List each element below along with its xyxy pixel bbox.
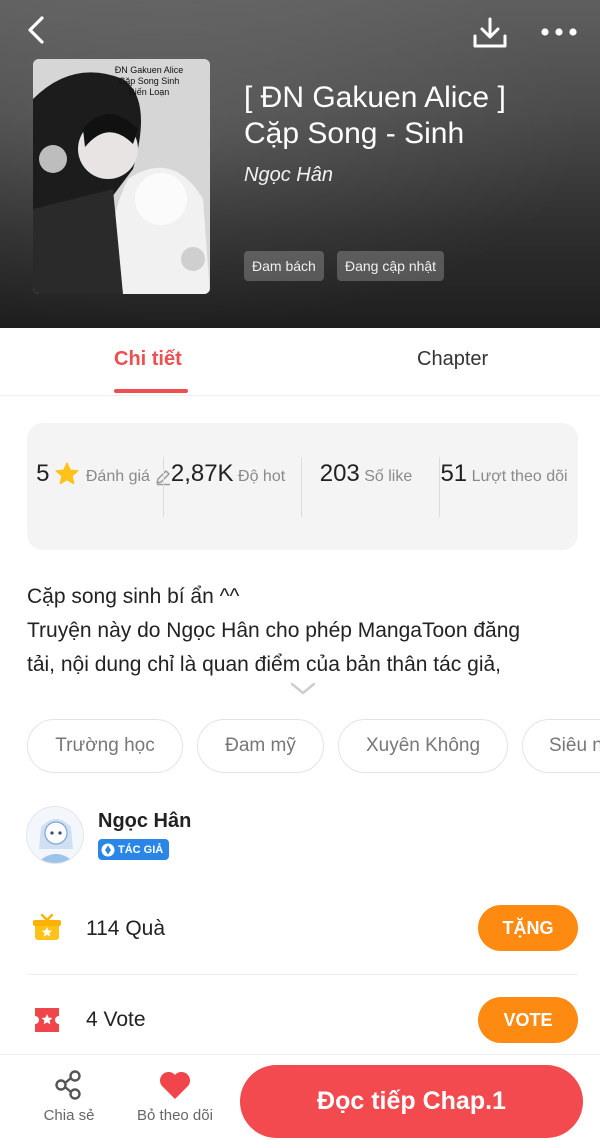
- share-icon: [55, 1070, 81, 1100]
- bottom-action-bar: Chia sẻ Bỏ theo dõi Đọc tiếp Chap.1: [0, 1054, 600, 1140]
- genre-chip[interactable]: Siêu n: [522, 719, 600, 773]
- active-tab-indicator: [114, 389, 188, 393]
- gift-count: 114 Quà: [86, 917, 166, 940]
- give-gift-button[interactable]: TẶNG: [478, 905, 578, 951]
- share-button[interactable]: Chia sẻ: [38, 1069, 100, 1124]
- tag-status[interactable]: Đang cập nhật: [337, 251, 445, 281]
- continue-reading-button[interactable]: Đọc tiếp Chap.1: [240, 1065, 583, 1138]
- back-button[interactable]: [22, 14, 54, 46]
- tab-chapter[interactable]: Chapter: [417, 348, 488, 371]
- rating-value: 5: [36, 460, 50, 487]
- hotness-label: Độ hot: [238, 468, 286, 485]
- download-button[interactable]: [472, 16, 508, 50]
- tab-details[interactable]: Chi tiết: [114, 348, 182, 371]
- row-divider: [27, 974, 578, 975]
- cover-title-text: ĐN Gakuen Alice Cặp Song Sinh Biến Loạn: [114, 65, 184, 97]
- more-options-button[interactable]: [540, 22, 578, 42]
- author-name[interactable]: Ngọc Hân: [98, 810, 191, 833]
- rating-label: Đánh giá: [85, 468, 150, 485]
- vote-button[interactable]: VOTE: [478, 997, 578, 1043]
- likes-value: 203: [319, 460, 360, 487]
- book-description[interactable]: Cặp song sinh bí ẩn ^^ Truyện này do Ngọ…: [27, 580, 587, 682]
- star-icon: [55, 462, 79, 485]
- download-icon: [473, 17, 507, 48]
- stat-rating[interactable]: 5 Đánh giá: [35, 459, 173, 489]
- unfollow-button[interactable]: Bỏ theo dõi: [130, 1069, 220, 1124]
- likes-label: Số like: [364, 468, 413, 485]
- stat-followers: 51 Lượt theo dõi: [435, 459, 573, 489]
- genre-chip[interactable]: Trường học: [27, 719, 183, 773]
- stat-hotness: 2,87K Độ hot: [159, 459, 297, 489]
- expand-description-button[interactable]: [290, 681, 316, 697]
- vote-count: 4 Vote: [86, 1008, 146, 1031]
- stats-panel: 5 Đánh giá 2,87K Độ hot 203 Số like 51 L…: [27, 423, 578, 550]
- author-badge: TÁC GIẢ: [98, 839, 170, 860]
- stat-likes: 203 Số like: [297, 459, 435, 489]
- book-header: ĐN Gakuen Alice Cặp Song Sinh Biến Loạn …: [0, 0, 600, 328]
- followers-label: Lượt theo dõi: [471, 468, 568, 485]
- followers-value: 51: [440, 460, 468, 487]
- book-cover-image: ĐN Gakuen Alice Cặp Song Sinh Biến Loạn: [33, 59, 210, 294]
- hotness-value: 2,87K: [170, 460, 234, 487]
- book-author[interactable]: Ngọc Hân: [244, 164, 333, 187]
- genre-chip[interactable]: Đam mỹ: [197, 719, 324, 773]
- genre-chip[interactable]: Xuyên Không: [338, 719, 508, 773]
- more-horizontal-icon: [541, 28, 577, 36]
- tab-bar: Chi tiết Chapter: [0, 328, 600, 396]
- chevron-left-icon: [28, 16, 44, 44]
- tag-dam-bach[interactable]: Đam bách: [244, 251, 324, 281]
- pen-nib-icon: [101, 843, 115, 856]
- book-title: [ ĐN Gakuen Alice ] Cặp Song - Sinh: [244, 81, 506, 150]
- author-avatar[interactable]: [26, 806, 84, 864]
- chevron-down-icon: [290, 682, 316, 695]
- heart-icon: [159, 1071, 191, 1099]
- gift-icon: [33, 913, 61, 942]
- ticket-icon: [33, 1006, 61, 1034]
